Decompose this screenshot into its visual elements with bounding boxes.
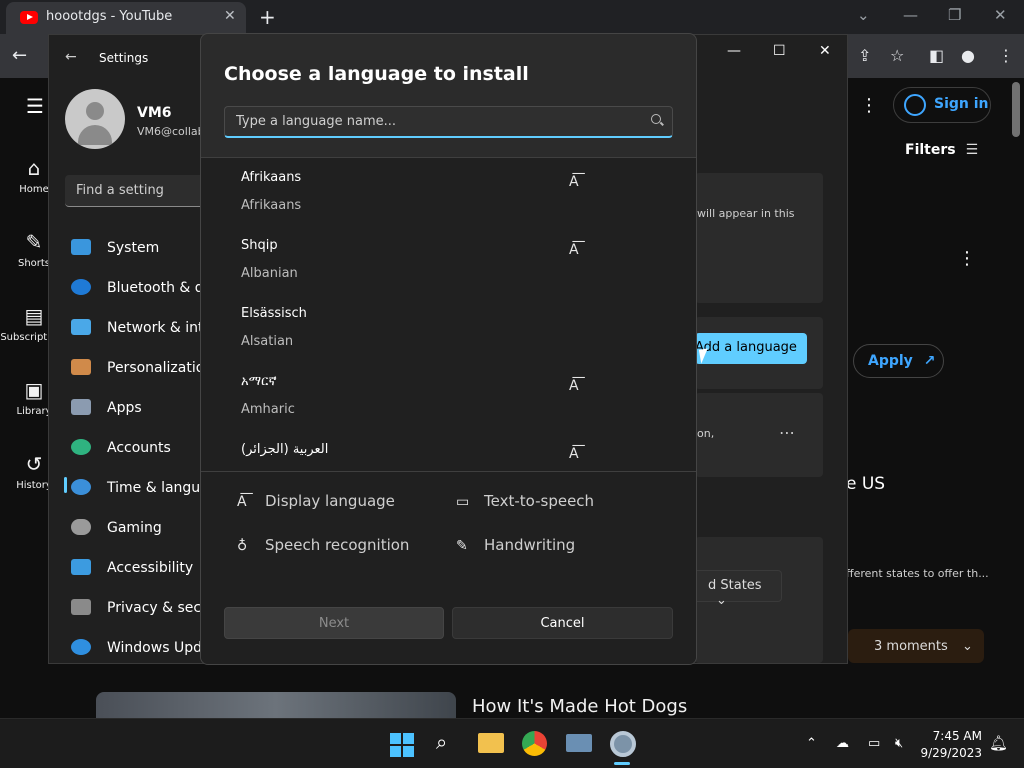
- close-tab-icon[interactable]: ✕: [224, 8, 236, 24]
- volume-muted-icon[interactable]: 🔇︎: [895, 736, 903, 751]
- settings-back-icon[interactable]: ←: [65, 49, 77, 65]
- system-icon: [71, 239, 91, 255]
- more-icon[interactable]: ⋯: [779, 423, 795, 442]
- accounts-icon: [71, 439, 91, 455]
- find-setting-input[interactable]: Find a setting: [65, 175, 215, 207]
- apps-icon: [71, 399, 91, 415]
- chevron-down-icon: ⌄: [961, 639, 973, 654]
- microphone-icon: ♁: [237, 538, 248, 554]
- active-app-indicator: [614, 762, 630, 765]
- minimize-icon[interactable]: —: [903, 6, 918, 24]
- selected-indicator: [64, 477, 67, 493]
- video-options-icon[interactable]: ⋮: [958, 248, 976, 269]
- chevron-down-icon: ⌄: [716, 593, 727, 608]
- language-item[interactable]: العربية (الجزائر) A͞: [201, 430, 696, 471]
- apply-button[interactable]: Apply ↗: [853, 344, 944, 378]
- cancel-button[interactable]: Cancel: [452, 607, 673, 639]
- accessibility-icon: [71, 559, 91, 575]
- display-language-icon: A͞: [569, 242, 579, 258]
- dialog-title: Choose a language to install: [224, 63, 529, 85]
- chrome-icon[interactable]: [522, 731, 547, 756]
- onedrive-icon[interactable]: ☁: [836, 736, 849, 751]
- account-icon: [904, 94, 926, 116]
- language-item[interactable]: Afrikaans Afrikaans A͞: [201, 158, 696, 226]
- moments-button[interactable]: 3 moments ⌄: [848, 629, 984, 663]
- settings-maximize-icon[interactable]: ☐: [773, 43, 786, 59]
- hamburger-menu-icon[interactable]: ☰: [26, 94, 44, 118]
- update-icon: [71, 639, 91, 655]
- legend-display-language: A͞ Display language: [237, 492, 395, 510]
- user-name: VM6: [137, 105, 172, 121]
- shield-icon: [71, 599, 91, 615]
- region-description: fferent states to offer th...: [846, 567, 989, 580]
- language-search-field[interactable]: [224, 106, 673, 138]
- display-icon[interactable]: ▭: [868, 736, 880, 751]
- windows-start-icon[interactable]: [390, 733, 414, 757]
- network-icon: [71, 319, 91, 335]
- close-window-icon[interactable]: ✕: [994, 6, 1007, 24]
- notifications-bell-icon[interactable]: 🔔︎: [989, 734, 1008, 752]
- taskbar-search-icon[interactable]: ⌕: [436, 730, 447, 754]
- text-to-speech-icon: ▭: [456, 494, 470, 510]
- brush-icon: [71, 359, 91, 375]
- language-item[interactable]: Shqip Albanian A͞: [201, 226, 696, 294]
- video-title[interactable]: How It's Made Hot Dogs: [472, 696, 687, 717]
- remote-desktop-icon[interactable]: [566, 734, 592, 752]
- bookmark-star-icon[interactable]: ☆: [890, 46, 904, 65]
- user-email: VM6@collab: [137, 125, 205, 138]
- display-language-icon: A͞: [237, 494, 247, 510]
- scrollbar-thumb[interactable]: [1012, 82, 1020, 137]
- bluetooth-icon: [71, 279, 91, 295]
- external-link-icon: ↗: [923, 353, 936, 369]
- filters-sliders-icon: ☰: [965, 142, 979, 158]
- handwriting-icon: ✎: [456, 538, 468, 554]
- file-explorer-icon[interactable]: [478, 733, 504, 753]
- add-language-button[interactable]: Add a language: [695, 333, 807, 364]
- language-item[interactable]: Elsässisch Alsatian: [201, 294, 696, 362]
- new-tab-button[interactable]: +: [259, 5, 276, 29]
- gamepad-icon: [71, 519, 91, 535]
- card-text: will appear in this: [697, 207, 795, 220]
- avatar: [65, 89, 125, 149]
- side-panel-icon[interactable]: ◧: [929, 46, 944, 65]
- settings-close-icon[interactable]: ✕: [819, 43, 831, 59]
- choose-language-dialog: Choose a language to install Afrikaans A…: [200, 33, 697, 665]
- display-language-icon: A͞: [569, 378, 579, 394]
- feature-legend: A͞ Display language ▭ Text-to-speech ♁ Spee…: [201, 472, 696, 584]
- language-entry-text: on,: [697, 427, 715, 440]
- youtube-favicon-icon: [20, 11, 38, 24]
- settings-minimize-icon[interactable]: —: [727, 43, 741, 59]
- language-search-input[interactable]: [225, 107, 645, 136]
- settings-title: Settings: [99, 51, 149, 65]
- region-heading: e US: [846, 474, 886, 494]
- chrome-menu-icon[interactable]: ⋮: [998, 46, 1014, 65]
- language-item[interactable]: አማርኛ Amharic A͞: [201, 362, 696, 430]
- filters-button[interactable]: Filters ☰: [905, 142, 978, 158]
- share-icon[interactable]: ⇪: [858, 46, 871, 65]
- language-card: [695, 173, 823, 303]
- display-language-icon: A͞: [569, 174, 579, 190]
- search-icon: [651, 114, 661, 124]
- back-arrow-icon[interactable]: ←: [12, 45, 27, 66]
- legend-handwriting: ✎ Handwriting: [456, 536, 576, 554]
- clock-date[interactable]: 9/29/2023: [916, 746, 982, 760]
- profile-icon[interactable]: ●: [961, 46, 975, 65]
- restore-icon[interactable]: ❐: [948, 6, 961, 24]
- show-hidden-icons-chevron-icon[interactable]: ⌃: [806, 736, 817, 751]
- settings-gear-icon[interactable]: [610, 731, 636, 757]
- more-options-icon[interactable]: ⋮: [860, 95, 878, 116]
- legend-text-to-speech: ▭ Text-to-speech: [456, 492, 595, 510]
- tab-search-chevron-icon[interactable]: ⌄: [857, 6, 870, 24]
- sign-in-button[interactable]: Sign in: [893, 87, 991, 123]
- browser-tab[interactable]: hoootdgs - YouTube ✕: [6, 2, 246, 34]
- tab-title: hoootdgs - YouTube: [46, 9, 173, 24]
- display-language-icon: A͞: [569, 446, 579, 462]
- globe-clock-icon: [71, 479, 91, 495]
- legend-speech-recognition: ♁ Speech recognition: [237, 536, 410, 554]
- next-button[interactable]: Next: [224, 607, 444, 639]
- clock-time[interactable]: 7:45 AM: [926, 729, 982, 743]
- language-list: Afrikaans Afrikaans A͞ Shqip Albanian A͞…: [201, 158, 696, 471]
